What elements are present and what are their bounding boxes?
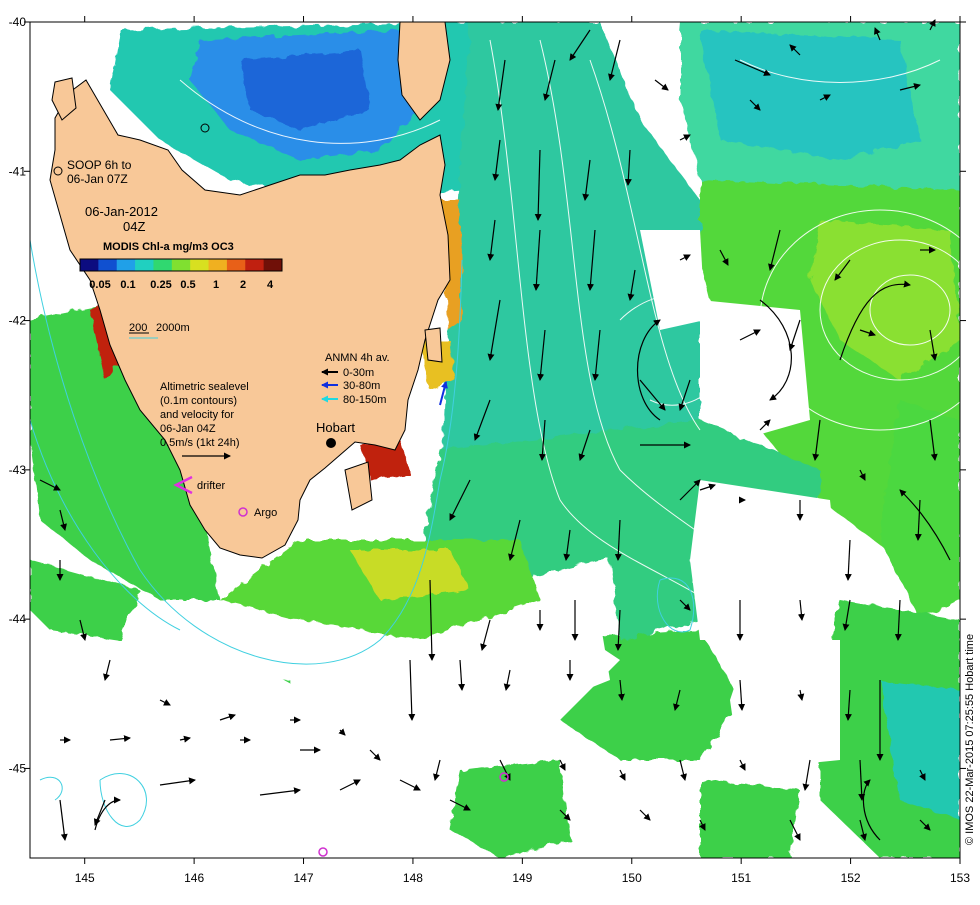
altimetry-line-3: 06-Jan 04Z <box>160 423 216 435</box>
x-tick-label: 149 <box>512 871 532 885</box>
y-tick-label: -44 <box>9 612 27 626</box>
altimetry-line-2: and velocity for <box>160 409 234 421</box>
drifter-label: drifter <box>197 480 225 492</box>
x-tick-label: 150 <box>622 871 642 885</box>
hobart-dot-icon <box>326 438 336 448</box>
x-tick-label: 146 <box>184 871 204 885</box>
ocean-chlorophyll-map: 145 146 147 148 149 150 151 152 153 -40 -41 -42 -43… <box>0 0 980 900</box>
colorbar-label: 4 <box>267 279 274 291</box>
anmn-label-0: 0-30m <box>343 367 374 379</box>
colorbar-swatch <box>226 259 246 271</box>
altimetry-line-4: 0.5m/s (1kt 24h) <box>160 437 239 449</box>
altimetry-line-0: Altimetric sealevel <box>160 381 249 393</box>
colorbar-label: 0.25 <box>150 279 171 291</box>
map-date: 06-Jan-2012 <box>85 204 158 219</box>
x-tick-label: 152 <box>841 871 861 885</box>
soop-line1: SOOP 6h to <box>67 158 132 172</box>
colorbar-swatch <box>98 259 118 271</box>
colorbar-swatches <box>79 258 283 272</box>
colorbar-title: MODIS Chl-a mg/m3 OC3 <box>103 241 234 253</box>
y-tick-label: -40 <box>9 15 27 29</box>
x-tick-label: 145 <box>75 871 95 885</box>
isobath-label-200: 200 <box>129 322 147 334</box>
colorbar-label: 2 <box>240 279 246 291</box>
colorbar-swatch <box>263 259 283 271</box>
y-tick-label: -41 <box>9 164 27 178</box>
colorbar-label: 1 <box>213 279 219 291</box>
colorbar-swatch <box>80 259 99 271</box>
map-time: 04Z <box>123 219 145 234</box>
x-tick-label: 148 <box>403 871 423 885</box>
map-canvas: 145 146 147 148 149 150 151 152 153 -40 -41 -42 -43… <box>9 15 980 885</box>
colorbar-label: 0.05 <box>89 279 110 291</box>
x-tick-label: 151 <box>731 871 751 885</box>
hobart-label: Hobart <box>316 420 355 435</box>
altimetry-line-1: (0.1m contours) <box>160 395 237 407</box>
x-tick-label: 147 <box>294 871 314 885</box>
anmn-label-1: 30-80m <box>343 380 380 392</box>
credit-text: © IMOS 22-Mar-2015 07:25:55 Hobart time <box>964 634 976 845</box>
colorbar-label: 0.1 <box>120 279 135 291</box>
colorbar-label: 0.5 <box>180 279 195 291</box>
y-tick-label: -45 <box>9 761 27 775</box>
colorbar-swatch <box>171 259 191 271</box>
soop-line2: 06-Jan 07Z <box>67 172 128 186</box>
colorbar-swatch <box>135 259 154 271</box>
maria-island <box>424 327 443 363</box>
argo-label: Argo <box>254 507 277 519</box>
colorbar-swatch <box>208 259 228 271</box>
anmn-title: ANMN 4h av. <box>325 352 390 364</box>
isobath-label-2000: 2000m <box>156 322 190 334</box>
colorbar-swatch <box>245 259 265 271</box>
y-tick-label: -42 <box>9 314 27 328</box>
y-tick-label: -43 <box>9 463 27 477</box>
colorbar-swatch <box>190 259 210 271</box>
colorbar-swatch <box>116 259 136 271</box>
colorbar-swatch <box>153 259 173 271</box>
x-tick-label: 153 <box>950 871 970 885</box>
anmn-label-2: 80-150m <box>343 394 386 406</box>
